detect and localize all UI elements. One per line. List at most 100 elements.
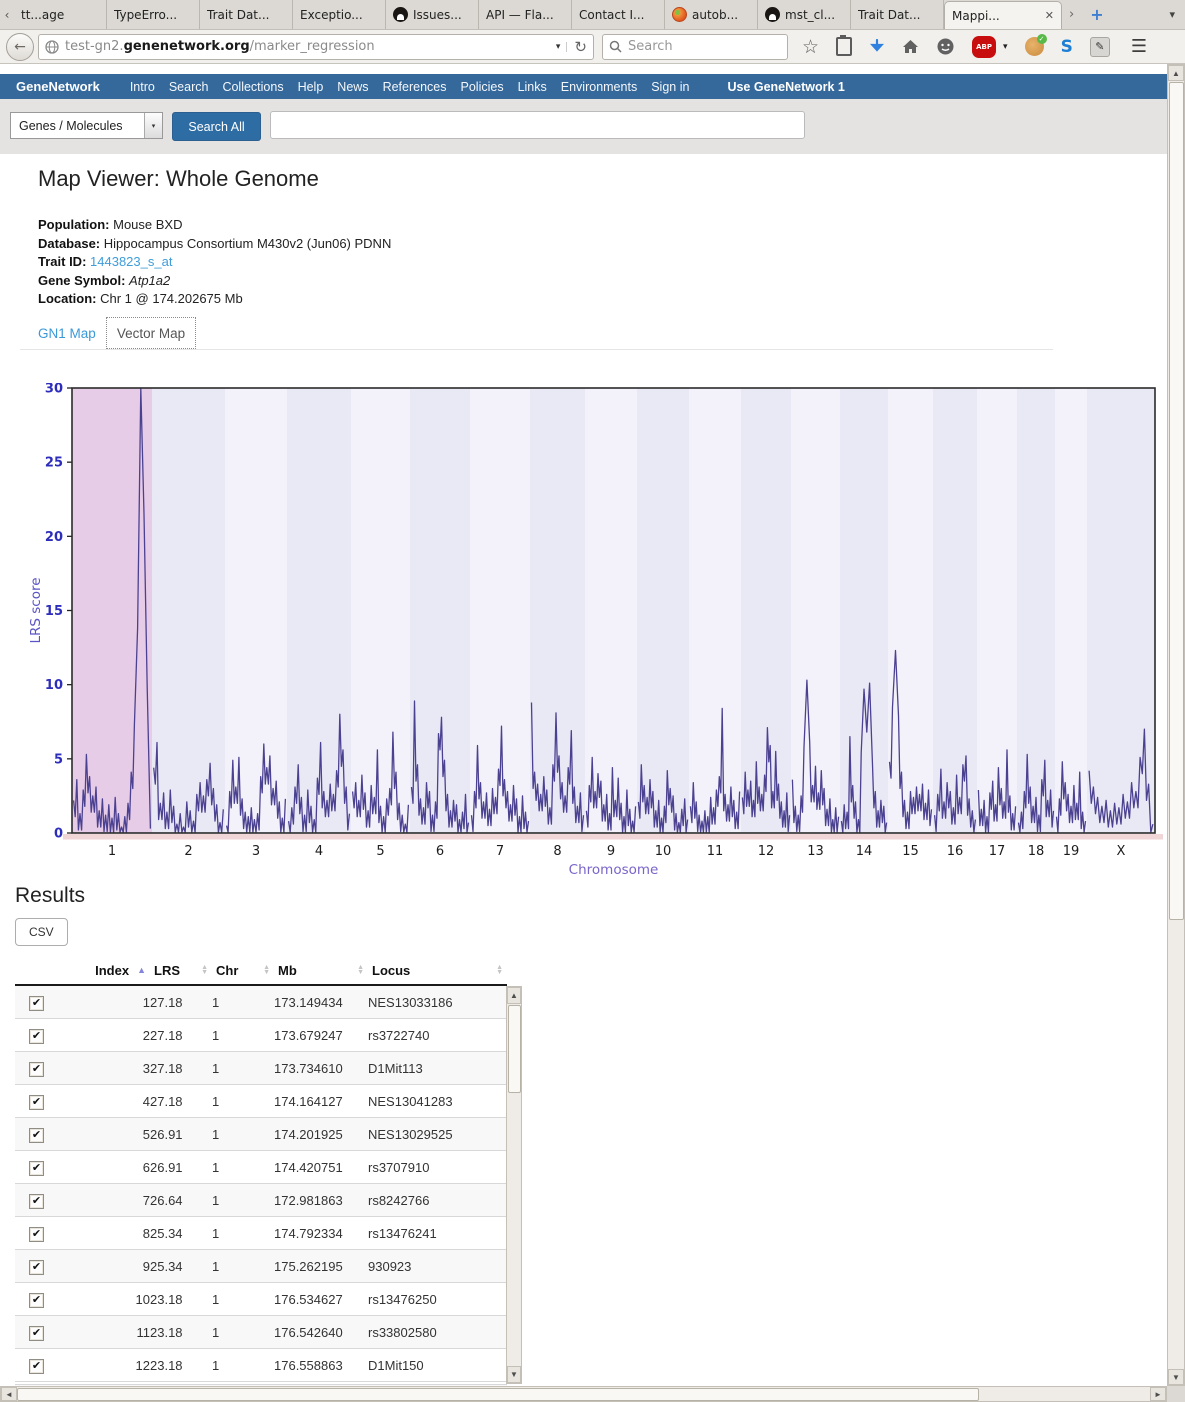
genenetwork-brand[interactable]: GeneNetwork — [16, 79, 100, 94]
row-checkbox[interactable]: ✔ — [29, 1293, 44, 1308]
menu-icon[interactable]: ☰ — [1131, 36, 1147, 57]
scroll-left-icon[interactable]: ◄ — [1, 1387, 17, 1401]
browser-tab[interactable]: Exceptio... — [293, 0, 386, 29]
nav-item-collections[interactable]: Collections — [222, 80, 283, 94]
url-dropdown-icon[interactable]: ▾ — [550, 42, 568, 52]
nav-item-intro[interactable]: Intro — [130, 80, 155, 94]
scroll-down-icon[interactable]: ▼ — [507, 1366, 521, 1383]
reload-icon[interactable]: ↻ — [567, 38, 587, 56]
nav-item-search[interactable]: Search — [169, 80, 209, 94]
search-all-button[interactable]: Search All — [172, 112, 261, 141]
row-checkbox[interactable]: ✔ — [29, 1359, 44, 1374]
cell-lrs: 23.18 — [150, 1316, 212, 1349]
new-tab-button[interactable]: + — [1081, 0, 1112, 29]
nav-item-help[interactable]: Help — [298, 80, 324, 94]
table-scrollbar-thumb[interactable] — [508, 1005, 521, 1093]
browser-search-input[interactable]: Search — [602, 34, 788, 60]
nav-item-policies[interactable]: Policies — [461, 80, 504, 94]
search-category-select[interactable]: Genes / Molecules ▾ — [10, 112, 163, 139]
site-search-input[interactable] — [270, 111, 805, 139]
adblock-caret-icon[interactable]: ▾ — [1003, 42, 1008, 52]
clipboard-icon[interactable] — [836, 37, 852, 56]
row-checkbox[interactable]: ✔ — [29, 1029, 44, 1044]
table-scrollbar[interactable]: ▲ ▼ — [506, 986, 522, 1384]
browser-tab[interactable]: API — Fla... — [479, 0, 572, 29]
chat-smiley-icon[interactable] — [936, 37, 955, 56]
row-checkbox[interactable]: ✔ — [29, 996, 44, 1011]
browser-tab[interactable]: Contact I... — [572, 0, 665, 29]
svg-text:5: 5 — [54, 752, 63, 767]
download-icon[interactable] — [869, 39, 885, 55]
header-lrs[interactable]: LRS▲▼ — [150, 956, 212, 985]
tab-scroll-right-icon[interactable]: › — [1062, 0, 1081, 29]
edit-extension-icon[interactable]: ✎ — [1090, 37, 1110, 57]
home-icon[interactable] — [902, 39, 919, 54]
header-mb[interactable]: Mb▲▼ — [274, 956, 368, 985]
cell-locus: D1Mit150 — [368, 1349, 507, 1382]
browser-tab[interactable]: autob... — [665, 0, 758, 29]
svg-text:9: 9 — [607, 844, 615, 859]
skype-icon[interactable]: S — [1061, 37, 1073, 57]
tab-scroll-left-icon[interactable]: ‹ — [0, 0, 14, 29]
row-checkbox[interactable]: ✔ — [29, 1227, 44, 1242]
url-bar[interactable]: test-gn2.genenetwork.org/marker_regressi… — [38, 34, 594, 60]
row-checkbox[interactable]: ✔ — [29, 1095, 44, 1110]
row-checkbox[interactable]: ✔ — [29, 1260, 44, 1275]
csv-button[interactable]: CSV — [15, 918, 68, 946]
svg-text:3: 3 — [252, 844, 260, 859]
svg-text:5: 5 — [376, 844, 384, 859]
browser-tab[interactable]: Trait Dat... — [200, 0, 293, 29]
tab-vector-map[interactable]: Vector Map — [106, 317, 196, 349]
cookie-extension-icon[interactable] — [1025, 37, 1044, 56]
cell-mb: 173.679247 — [274, 1019, 368, 1052]
cell-chr: 1 — [212, 1052, 274, 1085]
browser-tab[interactable]: mst_cl... — [758, 0, 851, 29]
browser-tab[interactable]: tt...age — [14, 0, 107, 29]
nav-item-sign-in[interactable]: Sign in — [651, 80, 689, 94]
list-all-tabs-icon[interactable]: ▾ — [1159, 0, 1185, 29]
search-category-value: Genes / Molecules — [11, 119, 144, 133]
meta-location: Location: Chr 1 @ 174.202675 Mb — [38, 290, 391, 309]
nav-item-news[interactable]: News — [337, 80, 368, 94]
svg-text:7: 7 — [496, 844, 504, 859]
adblock-plus-icon[interactable]: ABP — [972, 36, 996, 58]
table-row: ✔825.341174.792334rs13476241 — [15, 1217, 507, 1250]
bookmark-star-icon[interactable]: ☆ — [802, 36, 819, 58]
cell-chr: 1 — [212, 1250, 274, 1283]
page-hscrollbar-thumb[interactable] — [17, 1388, 979, 1401]
page-scrollbar-vertical[interactable]: ▲ ▼ — [1167, 64, 1185, 1386]
row-checkbox[interactable]: ✔ — [29, 1128, 44, 1143]
scroll-down-icon[interactable]: ▼ — [1168, 1369, 1184, 1385]
tab-title: TypeErro... — [114, 8, 192, 22]
nav-item-environments[interactable]: Environments — [561, 80, 637, 94]
svg-text:18: 18 — [1028, 844, 1045, 859]
page-scrollbar-horizontal[interactable]: ◄ ► — [0, 1386, 1167, 1402]
row-checkbox[interactable]: ✔ — [29, 1161, 44, 1176]
site-globe-icon — [45, 40, 59, 54]
tab-close-icon[interactable]: ✕ — [1041, 9, 1054, 22]
cell-lrs: 23.18 — [150, 1283, 212, 1316]
scroll-right-icon[interactable]: ► — [1150, 1387, 1166, 1401]
row-checkbox[interactable]: ✔ — [29, 1326, 44, 1341]
select-dropdown-icon[interactable]: ▾ — [144, 113, 162, 138]
header-index[interactable]: Index▲ — [60, 956, 150, 985]
header-chr[interactable]: Chr▲▼ — [212, 956, 274, 985]
scroll-up-icon[interactable]: ▲ — [1168, 65, 1184, 81]
browser-tab-active[interactable]: Mappi...✕ — [944, 1, 1062, 29]
trait-id-link[interactable]: 1443823_s_at — [90, 254, 172, 269]
nav-use-genenetwork1[interactable]: Use GeneNetwork 1 — [727, 80, 844, 94]
svg-text:11: 11 — [707, 844, 724, 859]
row-checkbox[interactable]: ✔ — [29, 1062, 44, 1077]
row-checkbox[interactable]: ✔ — [29, 1194, 44, 1209]
nav-item-links[interactable]: Links — [518, 80, 547, 94]
nav-item-references[interactable]: References — [383, 80, 447, 94]
browser-tab[interactable]: Issues... — [386, 0, 479, 29]
tab-gn1-map[interactable]: GN1 Map — [38, 326, 96, 341]
cell-chr: 1 — [212, 1118, 274, 1151]
back-button[interactable]: ← — [6, 33, 34, 61]
browser-tab[interactable]: TypeErro... — [107, 0, 200, 29]
scroll-up-icon[interactable]: ▲ — [507, 987, 521, 1004]
browser-tab[interactable]: Trait Dat... — [851, 0, 944, 29]
header-locus[interactable]: Locus▲▼ — [368, 956, 507, 985]
page-vscrollbar-thumb[interactable] — [1169, 82, 1184, 920]
